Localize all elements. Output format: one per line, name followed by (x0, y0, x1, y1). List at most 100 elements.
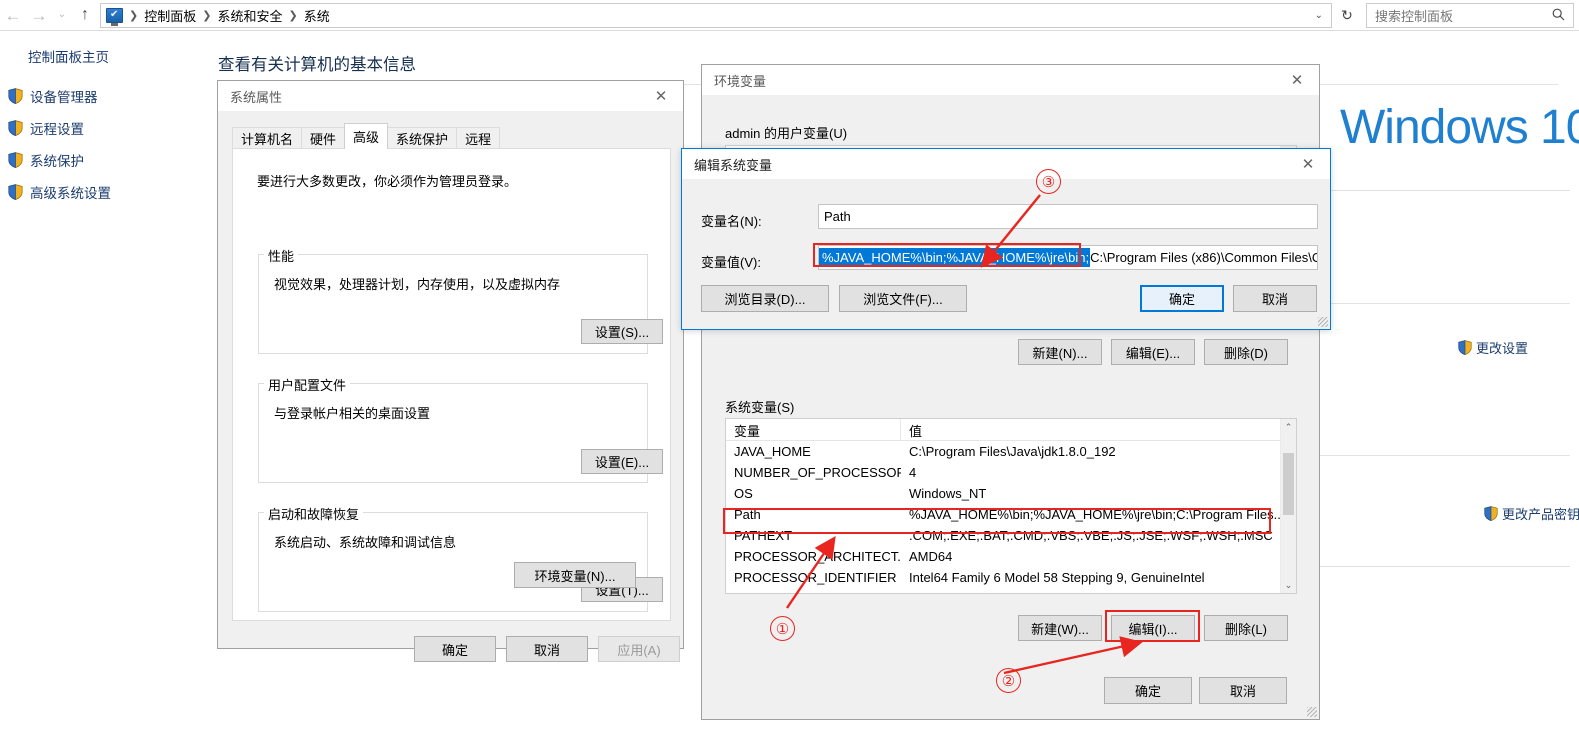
tab-advanced[interactable]: 高级 (344, 123, 389, 149)
sidebar-item-advanced-system-settings[interactable]: 高级系统设置 (0, 176, 205, 208)
address-chevron-down-icon[interactable]: ⌄ (1315, 10, 1331, 21)
user-delete-button[interactable]: 删除(D) (1204, 339, 1288, 365)
breadcrumb-item-system-and-security[interactable]: 系统和安全 (213, 6, 286, 25)
table-row[interactable]: PATHEXT .COM;.EXE;.BAT;.CMD;.VBS;.VBE;.J… (726, 525, 1296, 546)
change-settings-link[interactable]: 更改设置 (1458, 338, 1528, 357)
dialog-titlebar: 编辑系统变量 ✕ (682, 149, 1330, 179)
variable-name-value: Path (824, 209, 851, 224)
cell-variable-name: PROCESSOR_ARCHITECT... (734, 549, 901, 564)
tab-system-protection[interactable]: 系统保护 (387, 127, 458, 149)
user-profiles-settings-button[interactable]: 设置(E)... (581, 449, 663, 474)
column-header-value[interactable]: 值 (901, 419, 922, 440)
dialog-titlebar: 系统属性 ✕ (218, 81, 683, 111)
forward-icon[interactable]: → (26, 1, 52, 29)
table-row[interactable]: PROCESSOR_IDENTIFIER Intel64 Family 6 Mo… (726, 567, 1296, 588)
breadcrumb-separator: ❯ (129, 10, 139, 22)
cell-variable-value: %JAVA_HOME%\bin;%JAVA_HOME%\jre\bin;C:\P… (909, 507, 1285, 522)
refresh-icon[interactable]: ↻ (1336, 4, 1358, 27)
change-product-key-link[interactable]: 更改产品密钥 (1484, 504, 1579, 523)
admin-notice-text: 要进行大多数更改，你必须作为管理员登录。 (257, 174, 518, 189)
variable-value-label: 变量值(V): (701, 255, 761, 270)
system-new-button[interactable]: 新建(W)... (1018, 615, 1102, 641)
sidebar: 控制面板主页 设备管理器 远程设置 系统保护 高级系统设置 (0, 40, 205, 208)
user-profiles-group-label: 用户配置文件 (264, 375, 351, 394)
annotation-marker-2: ② (996, 668, 1021, 693)
breadcrumb-item-control-panel[interactable]: 控制面板 (140, 6, 200, 25)
shield-icon (1484, 505, 1499, 522)
ok-button[interactable]: 确定 (1140, 285, 1224, 312)
cell-variable-value: .COM;.EXE;.BAT;.CMD;.VBS;.VBE;.JS;.JSE;.… (909, 528, 1273, 543)
system-list-scrollbar[interactable]: ⌃ ⌄ (1280, 419, 1296, 593)
table-row[interactable]: PROCESSOR_ARCHITECT... AMD64 (726, 546, 1296, 567)
user-new-button[interactable]: 新建(N)... (1018, 339, 1102, 365)
resize-grip[interactable] (1307, 707, 1317, 717)
tab-hardware[interactable]: 硬件 (301, 127, 346, 149)
browse-directory-button[interactable]: 浏览目录(D)... (701, 285, 829, 312)
scrollbar-thumb[interactable] (1283, 453, 1294, 515)
browse-file-button[interactable]: 浏览文件(F)... (839, 285, 967, 312)
cell-variable-value: 4 (909, 465, 917, 480)
ok-button[interactable]: 确定 (414, 636, 496, 662)
cancel-button[interactable]: 取消 (1233, 285, 1317, 312)
search-input[interactable]: 搜索控制面板 (1366, 3, 1574, 28)
table-row[interactable]: JAVA_HOME C:\Program Files\Java\jdk1.8.0… (726, 441, 1296, 462)
table-row-path[interactable]: Path %JAVA_HOME%\bin;%JAVA_HOME%\jre\bin… (726, 504, 1296, 525)
close-icon[interactable]: ✕ (639, 81, 683, 111)
breadcrumb-separator: ❯ (202, 10, 212, 22)
cancel-button[interactable]: 取消 (506, 636, 588, 662)
sidebar-item-label: 系统保护 (30, 154, 84, 169)
ok-button[interactable]: 确定 (1104, 677, 1192, 704)
shield-icon (8, 88, 23, 104)
edit-system-variable-dialog: 编辑系统变量 ✕ 变量名(N): Path 变量值(V): %JAVA_HOME… (681, 148, 1331, 330)
advanced-tab-pane: 要进行大多数更改，你必须作为管理员登录。 性能 视觉效果，处理器计划，内存使用，… (232, 148, 671, 621)
cell-variable-name: NUMBER_OF_PROCESSORS (734, 465, 901, 480)
startup-recovery-group-label: 启动和故障恢复 (264, 504, 364, 523)
sidebar-item-control-panel-home[interactable]: 控制面板主页 (0, 40, 205, 72)
variable-name-input[interactable]: Path (818, 204, 1318, 229)
close-icon[interactable]: ✕ (1286, 149, 1330, 179)
performance-settings-button[interactable]: 设置(S)... (581, 319, 663, 344)
annotation-marker-1: ① (770, 616, 795, 641)
cancel-button[interactable]: 取消 (1199, 677, 1287, 704)
variable-value-input[interactable]: %JAVA_HOME%\bin;%JAVA_HOME%\jre\bin; C:\… (818, 245, 1318, 270)
table-row[interactable]: OS Windows_NT (726, 483, 1296, 504)
back-icon[interactable]: ← (0, 1, 26, 29)
cell-variable-value: Intel64 Family 6 Model 58 Stepping 9, Ge… (909, 570, 1205, 585)
shield-icon (8, 184, 23, 200)
link-label: 更改设置 (1476, 341, 1529, 356)
shield-icon (8, 152, 23, 168)
list-header: 变量 值 (726, 419, 1296, 441)
cell-variable-value: C:\Program Files\Java\jdk1.8.0_192 (909, 444, 1116, 459)
close-icon[interactable]: ✕ (1275, 65, 1319, 95)
system-edit-button[interactable]: 编辑(I)... (1111, 615, 1195, 641)
sidebar-item-label: 设备管理器 (30, 90, 98, 105)
tab-computer-name[interactable]: 计算机名 (232, 127, 303, 149)
up-icon[interactable]: ↑ (72, 1, 98, 29)
scroll-up-icon[interactable]: ⌃ (1281, 419, 1296, 435)
sidebar-item-remote-settings[interactable]: 远程设置 (0, 112, 205, 144)
user-edit-button[interactable]: 编辑(E)... (1111, 339, 1195, 365)
list-body: JAVA_HOME C:\Program Files\Java\jdk1.8.0… (726, 441, 1296, 588)
resize-grip[interactable] (1318, 317, 1328, 327)
system-variables-list[interactable]: 变量 值 JAVA_HOME C:\Program Files\Java\jdk… (725, 418, 1297, 594)
sidebar-item-device-manager[interactable]: 设备管理器 (0, 80, 205, 112)
recent-locations-chevron-down-icon[interactable]: ⌄ (52, 1, 72, 29)
table-row[interactable]: NUMBER_OF_PROCESSORS 4 (726, 462, 1296, 483)
page-title: 查看有关计算机的基本信息 (218, 56, 416, 74)
dialog-title: 系统属性 (230, 89, 283, 105)
dialog-title: 编辑系统变量 (694, 157, 773, 173)
address-bar[interactable]: ❯ 控制面板 ❯ 系统和安全 ❯ 系统 ⌄ (100, 3, 1332, 28)
scroll-down-icon[interactable]: ⌄ (1281, 577, 1296, 593)
search-icon[interactable] (1552, 8, 1573, 24)
dialog-titlebar: 环境变量 ✕ (702, 65, 1319, 95)
sidebar-item-system-protection[interactable]: 系统保护 (0, 144, 205, 176)
column-header-variable[interactable]: 变量 (726, 419, 901, 440)
tab-remote[interactable]: 远程 (456, 127, 501, 149)
system-variables-label: 系统变量(S) (725, 400, 795, 415)
link-label: 更改产品密钥 (1502, 507, 1579, 522)
environment-variables-button[interactable]: 环境变量(N)... (514, 562, 636, 588)
shield-icon (1458, 339, 1473, 356)
breadcrumb-item-system[interactable]: 系统 (300, 6, 334, 25)
system-delete-button[interactable]: 删除(L) (1204, 615, 1288, 641)
cell-variable-name: OS (734, 486, 753, 501)
